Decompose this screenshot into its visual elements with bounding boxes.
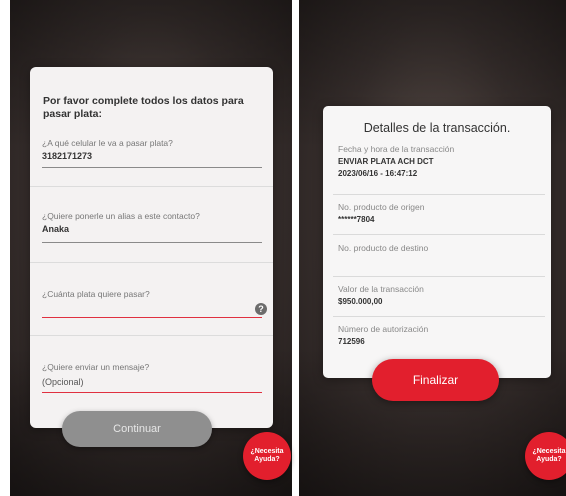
detail-label: Fecha y hora de la transacción <box>338 144 455 154</box>
message-field[interactable]: ¿Quiere enviar un mensaje? (Opcional) <box>42 362 262 393</box>
amount-field[interactable]: ¿Cuánta plata quiere pasar? <box>42 289 262 318</box>
help-chat-label: ¿Necesita Ayuda? <box>250 448 284 463</box>
detail-value: 712596 <box>338 337 365 346</box>
phone-underline <box>42 167 262 168</box>
detail-row-datetime: Fecha y hora de la transacción ENVIAR PL… <box>338 144 543 179</box>
row-separator <box>333 276 545 277</box>
row-separator <box>333 234 545 235</box>
help-chat-button[interactable]: ¿Necesita Ayuda? <box>525 432 566 480</box>
detail-value: ENVIAR PLATA ACH DCT <box>338 157 434 166</box>
detail-row-destination: No. producto de destino <box>338 243 543 255</box>
message-underline <box>42 392 262 393</box>
row-separator <box>333 316 545 317</box>
help-chat-label: ¿Necesita Ayuda? <box>532 448 566 463</box>
alias-field[interactable]: ¿Quiere ponerle un alias a este contacto… <box>42 211 262 243</box>
detail-value-secondary: 2023/06/16 - 16:47:12 <box>338 169 418 178</box>
section-separator <box>30 262 273 263</box>
phone-value[interactable]: 3182171273 <box>42 151 262 162</box>
send-money-form-card: Por favor complete todos los datos para … <box>30 67 273 428</box>
alias-value[interactable]: Anaka <box>42 224 262 235</box>
phone-label: ¿A qué celular le va a pasar plata? <box>42 138 173 148</box>
detail-row-authorization: Número de autorización 712596 <box>338 324 543 347</box>
section-separator <box>30 335 273 336</box>
detail-label: Número de autorización <box>338 324 429 334</box>
message-label: ¿Quiere enviar un mensaje? <box>42 362 150 372</box>
form-title: Por favor complete todos los datos para … <box>43 95 244 120</box>
detail-value: $950.000,00 <box>338 297 383 306</box>
amount-label: ¿Cuánta plata quiere pasar? <box>42 289 150 299</box>
screens-divider <box>292 0 299 496</box>
detail-label: No. producto de destino <box>338 243 429 253</box>
detail-label: No. producto de origen <box>338 202 425 212</box>
amount-info-icon[interactable]: ? <box>255 303 267 315</box>
message-placeholder[interactable]: (Opcional) <box>42 377 262 388</box>
details-title: Detalles de la transacción. <box>363 121 511 135</box>
finish-button[interactable]: Finalizar <box>372 359 499 401</box>
detail-row-origin: No. producto de origen ******7804 <box>338 202 543 225</box>
phone-field[interactable]: ¿A qué celular le va a pasar plata? 3182… <box>42 138 262 168</box>
detail-row-amount: Valor de la transacción $950.000,00 <box>338 284 543 307</box>
continue-button[interactable]: Continuar <box>62 411 212 447</box>
transaction-details-card: Detalles de la transacción. Fecha y hora… <box>323 106 551 378</box>
help-chat-button[interactable]: ¿Necesita Ayuda? <box>243 432 291 480</box>
alias-underline <box>42 242 262 243</box>
row-separator <box>333 194 545 195</box>
detail-label: Valor de la transacción <box>338 284 424 294</box>
detail-value: ******7804 <box>338 215 375 224</box>
alias-label: ¿Quiere ponerle un alias a este contacto… <box>42 211 200 221</box>
amount-underline <box>42 317 262 318</box>
section-separator <box>30 186 273 187</box>
